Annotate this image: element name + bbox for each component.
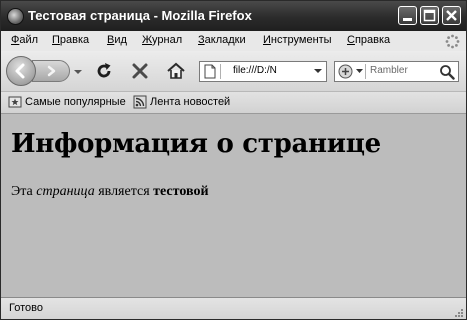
back-button[interactable] — [6, 56, 36, 86]
menu-edit[interactable]: Правка — [52, 34, 89, 46]
page-icon — [204, 64, 216, 79]
menu-tools[interactable]: Инструменты — [263, 34, 332, 46]
stop-icon[interactable] — [130, 61, 150, 81]
address-separator — [220, 64, 221, 79]
search-separator — [365, 64, 366, 79]
search-bar[interactable]: Rambler — [334, 61, 459, 82]
back-icon — [15, 63, 25, 79]
back-forward-group — [6, 56, 84, 86]
maximize-button[interactable] — [420, 6, 439, 25]
search-engine-dropdown-icon[interactable] — [356, 69, 363, 74]
bookmark-news-feed[interactable]: Лента новостей — [133, 95, 243, 110]
reload-icon[interactable] — [94, 61, 114, 81]
minimize-icon — [403, 18, 412, 21]
italic-text: страница — [36, 184, 95, 199]
window-title: Тестовая страница - Mozilla Firefox — [28, 8, 252, 23]
close-icon — [446, 10, 457, 21]
menu-bookmarks[interactable]: Закладки — [198, 34, 246, 46]
menu-file[interactable]: Файл — [11, 34, 38, 46]
menu-bar: Файл Правка Вид Журнал Закладки Инструме… — [1, 31, 466, 51]
search-icon[interactable] — [439, 64, 455, 80]
page-heading: Информация о странице — [11, 129, 381, 159]
status-text: Готово — [9, 302, 43, 314]
throbber-icon — [445, 34, 460, 49]
firefox-app-icon — [7, 8, 24, 25]
close-button[interactable] — [442, 6, 461, 25]
navigation-toolbar: file:///D:/N Rambler — [1, 51, 466, 92]
browser-window: Тестовая страница - Mozilla Firefox Файл… — [0, 0, 467, 320]
title-bar: Тестовая страница - Mozilla Firefox — [1, 1, 466, 31]
page-content: Информация о странице Эта страница являе… — [1, 114, 466, 297]
home-icon[interactable] — [166, 61, 186, 81]
menu-view[interactable]: Вид — [107, 34, 127, 46]
bookmark-most-visited[interactable]: Самые популярные — [8, 95, 128, 110]
address-input[interactable]: file:///D:/N — [233, 65, 277, 76]
maximize-icon — [423, 9, 436, 22]
minimize-button[interactable] — [398, 6, 417, 25]
status-bar: Готово — [1, 297, 466, 319]
address-dropdown-icon[interactable] — [314, 67, 322, 75]
resize-grip-icon[interactable] — [454, 308, 464, 318]
star-folder-icon — [8, 96, 22, 108]
forward-icon — [47, 65, 56, 77]
address-bar[interactable]: file:///D:/N — [199, 61, 327, 82]
menu-history[interactable]: Журнал — [142, 34, 182, 46]
history-dropdown-icon[interactable] — [70, 60, 86, 82]
page-paragraph: Эта страница является тестовой — [11, 184, 209, 199]
search-engine-icon[interactable] — [338, 64, 353, 79]
search-input[interactable]: Rambler — [370, 65, 408, 76]
rss-feed-icon — [133, 95, 147, 109]
forward-button[interactable] — [32, 60, 70, 82]
menu-help[interactable]: Справка — [347, 34, 390, 46]
bookmarks-toolbar: Самые популярные Лента новостей — [1, 92, 466, 114]
bold-text: тестовой — [153, 184, 209, 199]
